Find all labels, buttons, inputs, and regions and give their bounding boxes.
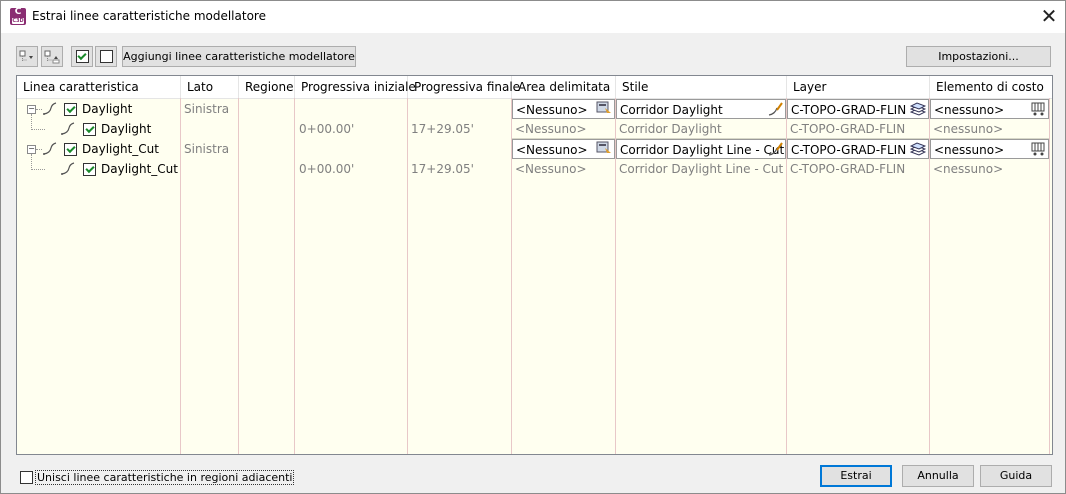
column-divider bbox=[407, 98, 408, 454]
feature-line-name: Daylight bbox=[82, 102, 133, 116]
side-value: Sinistra bbox=[184, 102, 230, 116]
close-icon[interactable]: ✕ bbox=[1033, 1, 1065, 33]
row-checkbox[interactable] bbox=[83, 123, 96, 136]
layer-field[interactable]: C-TOPO-GRAD-FLIN bbox=[787, 139, 929, 159]
pick-area-icon[interactable] bbox=[596, 141, 612, 155]
cost-element-value: <nessuno> bbox=[930, 119, 1049, 139]
feature-line-icon bbox=[43, 102, 57, 115]
cost-cart-icon[interactable] bbox=[1030, 102, 1046, 116]
style-value: Corridor Daylight bbox=[616, 119, 786, 139]
edit-style-icon[interactable] bbox=[767, 102, 783, 116]
cost-cart-icon[interactable] bbox=[1030, 142, 1046, 156]
col-header-style[interactable]: Stile bbox=[616, 76, 787, 98]
dialog-window: C C3D Estrai linee caratteristiche modell… bbox=[0, 0, 1066, 494]
extract-button[interactable]: Estrai bbox=[820, 465, 892, 487]
col-header-end-station[interactable]: Progressiva finale bbox=[408, 76, 520, 98]
col-header-bounded-area[interactable]: Area delimitata bbox=[512, 76, 616, 98]
col-header-cost-element[interactable]: Elemento di costo bbox=[930, 76, 1050, 98]
col-header-feature-line[interactable]: Linea caratteristica bbox=[17, 76, 181, 98]
add-feature-lines-button[interactable]: Aggiungi linee caratteristiche modellato… bbox=[122, 46, 356, 67]
layer-icon[interactable] bbox=[910, 142, 926, 156]
select-all-button[interactable] bbox=[71, 46, 93, 67]
check-all-icon bbox=[75, 50, 89, 63]
tree-connector bbox=[31, 114, 32, 130]
cost-element-field[interactable]: <nessuno> bbox=[930, 99, 1049, 119]
column-divider bbox=[180, 98, 181, 454]
col-header-layer[interactable]: Layer bbox=[787, 76, 930, 98]
end-station-value: 17+29.05' bbox=[411, 162, 474, 176]
layer-icon[interactable] bbox=[910, 102, 926, 116]
style-field[interactable]: Corridor Daylight bbox=[616, 99, 786, 119]
end-station-value: 17+29.05' bbox=[411, 122, 474, 136]
uncheck-all-icon bbox=[99, 50, 113, 63]
style-field[interactable]: Corridor Daylight Line - Cut bbox=[616, 139, 786, 159]
bounded-area-field[interactable]: <Nessuno> bbox=[512, 139, 615, 159]
table-header: Linea caratteristica Lato Regione Progre… bbox=[17, 76, 1052, 99]
layer-field[interactable]: C-TOPO-GRAD-FLIN bbox=[787, 99, 929, 119]
row-checkbox[interactable] bbox=[64, 143, 77, 156]
layer-value: C-TOPO-GRAD-FLIN bbox=[787, 119, 929, 139]
edit-style-icon[interactable] bbox=[767, 142, 783, 156]
column-divider bbox=[294, 98, 295, 454]
expand-all-button[interactable] bbox=[16, 46, 38, 67]
bounded-area-value: <Nessuno> bbox=[515, 162, 587, 176]
side-value: Sinistra bbox=[184, 142, 230, 156]
merge-adjacent-label[interactable]: Unisci linee caratteristiche in regioni … bbox=[35, 470, 295, 485]
start-station-value: 0+00.00' bbox=[299, 122, 355, 136]
start-station-value: 0+00.00' bbox=[299, 162, 355, 176]
feature-line-name: Daylight_Cut bbox=[101, 162, 178, 176]
feature-line-icon bbox=[61, 122, 75, 135]
window-title: Estrai linee caratteristiche modellatore bbox=[32, 9, 266, 23]
feature-line-table: Linea caratteristica Lato Regione Progre… bbox=[16, 75, 1053, 455]
cost-element-field[interactable]: <nessuno> bbox=[930, 139, 1049, 159]
col-header-start-station[interactable]: Progressiva iniziale bbox=[295, 76, 416, 98]
deselect-all-button[interactable] bbox=[95, 46, 117, 67]
bounded-area-value: <Nessuno> bbox=[512, 119, 615, 139]
column-divider bbox=[238, 98, 239, 454]
collapse-node-icon[interactable]: − bbox=[27, 105, 36, 114]
feature-line-icon bbox=[43, 142, 57, 155]
civil3d-app-icon: C C3D bbox=[10, 8, 26, 25]
bounded-area-field[interactable]: <Nessuno> bbox=[512, 99, 615, 119]
col-header-region[interactable]: Regione bbox=[239, 76, 295, 98]
style-value: Corridor Daylight Line - Cut bbox=[619, 162, 784, 176]
feature-line-name: Daylight bbox=[101, 122, 152, 136]
tree-connector bbox=[31, 154, 32, 170]
tree-connector bbox=[31, 169, 45, 170]
column-divider bbox=[1049, 98, 1050, 454]
tree-expand-icon bbox=[19, 50, 33, 62]
collapse-all-button[interactable] bbox=[41, 46, 63, 67]
col-header-side[interactable]: Lato bbox=[181, 76, 239, 98]
cost-element-value: <nessuno> bbox=[933, 162, 1004, 176]
settings-button[interactable]: Impostazioni... bbox=[906, 46, 1051, 67]
help-button[interactable]: Guida bbox=[980, 465, 1052, 487]
pick-area-icon[interactable] bbox=[596, 101, 612, 115]
feature-line-name: Daylight_Cut bbox=[82, 142, 159, 156]
tree-connector bbox=[31, 129, 45, 130]
cancel-button[interactable]: Annulla bbox=[902, 465, 974, 487]
merge-adjacent-checkbox[interactable] bbox=[20, 471, 33, 484]
feature-line-icon bbox=[61, 162, 75, 175]
title-bar: C C3D Estrai linee caratteristiche modell… bbox=[1, 1, 1065, 33]
collapse-node-icon[interactable]: − bbox=[27, 145, 36, 154]
tree-collapse-icon bbox=[44, 50, 60, 63]
row-checkbox[interactable] bbox=[64, 103, 77, 116]
layer-value: C-TOPO-GRAD-FLIN bbox=[790, 162, 906, 176]
merge-adjacent-option[interactable]: Unisci linee caratteristiche in regioni … bbox=[20, 470, 295, 485]
row-checkbox[interactable] bbox=[83, 163, 96, 176]
